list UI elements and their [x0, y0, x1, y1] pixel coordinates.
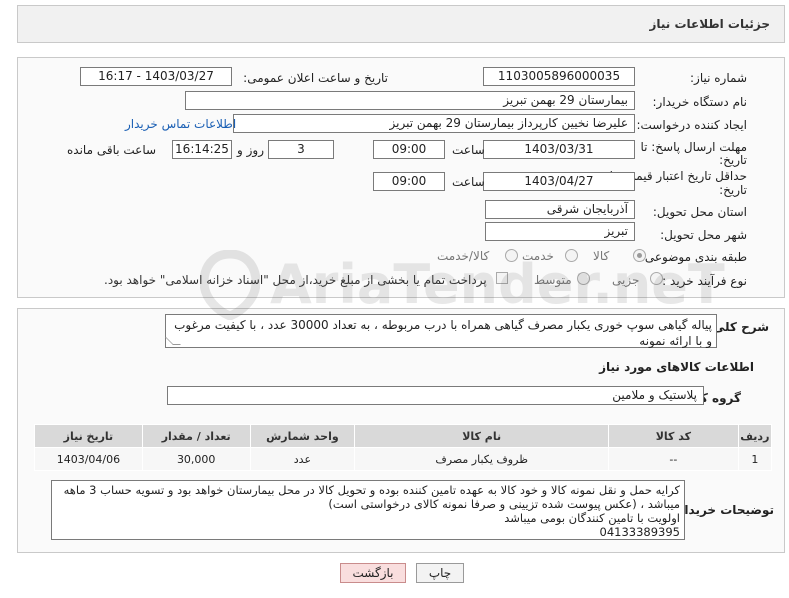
cell-name: ظروف یکبار مصرف	[354, 447, 610, 471]
payment-text: پرداخت تمام یا بخشی از مبلغ خرید،از محل …	[104, 273, 487, 287]
category-service-label: خدمت	[522, 249, 554, 263]
goods-table: ردیف کد کالا نام کالا واحد شمارش تعداد /…	[34, 424, 773, 471]
category-both-radio[interactable]	[505, 249, 518, 262]
requester-field: علیرضا نخیین کارپرداز بیمارستان 29 بهمن …	[233, 114, 635, 133]
validity-time-label: ساعت	[452, 175, 485, 189]
buyer-notes-textarea[interactable]: کرایه حمل و نقل نمونه کالا و خود کالا به…	[51, 480, 685, 540]
province-field: آذربایجان شرقی	[485, 200, 635, 219]
deadline-label-1: مهلت ارسال پاسخ: تا	[640, 140, 747, 154]
deadline-time-field: 09:00	[373, 140, 445, 159]
col-unit: واحد شمارش	[249, 424, 356, 448]
back-button[interactable]: بازگشت	[340, 563, 406, 583]
days-label: روز و	[237, 143, 264, 157]
category-goods-radio[interactable]	[633, 249, 646, 262]
cell-code: --	[608, 447, 739, 471]
cell-unit: عدد	[249, 447, 356, 471]
cell-qty: 30,000	[141, 447, 251, 471]
deadline-date-field: 1403/03/31	[483, 140, 635, 159]
col-row: ردیف	[737, 424, 773, 448]
remaining-time-field: 16:14:25	[172, 140, 232, 159]
announce-label: تاریخ و ساعت اعلان عمومی:	[243, 71, 388, 85]
buyer-org-label: نام دستگاه خریدار:	[652, 95, 748, 109]
deadline-time-label: ساعت	[452, 143, 485, 157]
table-row: 1 -- ظروف یکبار مصرف عدد 30,000 1403/04/…	[34, 447, 773, 471]
cell-date: 1403/04/06	[34, 447, 143, 471]
col-code: کد کالا	[608, 424, 739, 448]
validity-time-field: 09:00	[373, 172, 445, 191]
category-goods-label: کالا	[593, 249, 610, 263]
col-name: نام کالا	[354, 424, 610, 448]
validity-label-2: تاریخ:	[719, 183, 747, 197]
process-minor-label: جزیی	[612, 273, 640, 287]
category-both-label: کالا/خدمت	[437, 249, 490, 263]
requester-label: ایجاد کننده درخواست:	[636, 118, 747, 132]
goods-section-title: اطلاعات کالاهای مورد نیاز	[599, 360, 754, 374]
col-date: تاریخ نیاز	[34, 424, 143, 448]
need-number-field: 1103005896000035	[483, 67, 635, 86]
cell-row: 1	[737, 447, 773, 471]
remaining-label: ساعت باقی مانده	[67, 143, 157, 157]
buyer-notes-line2: اولویت با تامین کنندگان بومی میباشد	[504, 511, 680, 525]
header-panel: جزئیات اطلاعات نیاز	[17, 5, 785, 43]
deadline-label-2: تاریخ:	[719, 153, 747, 167]
buyer-org-field: بیمارستان 29 بهمن تبریز	[185, 91, 635, 110]
announce-field: 1403/03/27 - 16:17	[80, 67, 232, 86]
city-field: تبریز	[485, 222, 635, 241]
buyer-notes-line3: 04133389395	[599, 525, 680, 539]
summary-textarea[interactable]: پیاله گیاهی سوپ خوری یکبار مصرف گیاهی هم…	[165, 314, 717, 348]
days-field: 3	[268, 140, 334, 159]
process-medium-label: متوسط	[534, 273, 572, 287]
col-qty: تعداد / مقدار	[141, 424, 251, 448]
process-label: نوع فرآیند خرید :	[662, 274, 747, 288]
summary-text: پیاله گیاهی سوپ خوری یکبار مصرف گیاهی هم…	[174, 318, 712, 348]
goods-group-field: پلاستیک و ملامین	[167, 386, 704, 405]
resize-grip-icon[interactable]	[165, 337, 181, 345]
buyer-notes-label: توضیحات خریدار:	[672, 503, 774, 517]
need-number-label: شماره نیاز:	[690, 71, 747, 85]
province-label: استان محل تحویل:	[652, 205, 747, 219]
category-label: طبقه بندی موضوعی:	[640, 250, 747, 264]
process-minor-radio[interactable]	[650, 272, 663, 285]
category-service-radio[interactable]	[565, 249, 578, 262]
validity-date-field: 1403/04/27	[483, 172, 635, 191]
buyer-notes-line1: کرایه حمل و نقل نمونه کالا و خود کالا به…	[63, 483, 680, 511]
payment-checkbox[interactable]	[496, 272, 508, 284]
process-medium-radio[interactable]	[577, 272, 590, 285]
print-button[interactable]: چاپ	[416, 563, 464, 583]
city-label: شهر محل تحویل:	[660, 228, 747, 242]
page-title: جزئیات اطلاعات نیاز	[649, 17, 770, 31]
contact-info-link[interactable]: اطلاعات تماس خریدار	[125, 117, 236, 131]
